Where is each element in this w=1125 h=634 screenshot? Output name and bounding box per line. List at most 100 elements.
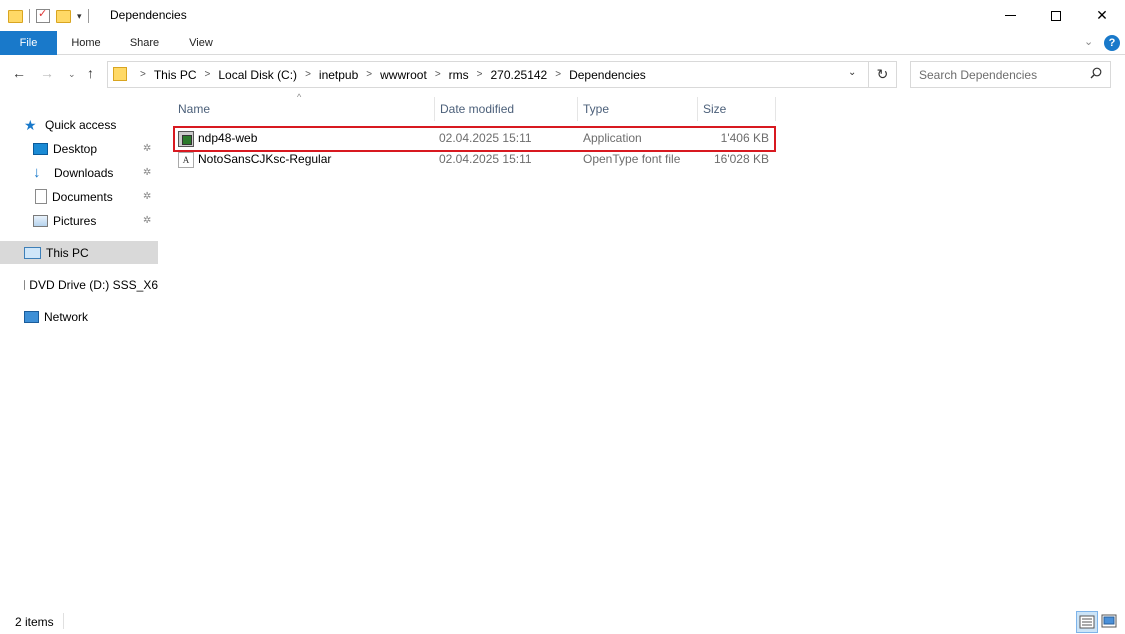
sidebar-item-label: Network [44,309,89,324]
breadcrumb-chevron-icon[interactable]: > [477,69,483,80]
font-file-icon: A [178,151,194,168]
breadcrumb-version[interactable]: 270.25142 [491,68,548,82]
file-date: 02.04.2025 15:11 [439,131,532,145]
sidebar-item-desktop[interactable]: Desktop ✲ [0,137,158,160]
sidebar-item-label: Quick access [45,117,117,132]
up-button[interactable]: ↑ [87,65,94,81]
sidebar-item-downloads[interactable]: ↓ Downloads ✲ [0,161,158,184]
desktop-icon [33,142,48,155]
sidebar-item-dvd-drive[interactable]: DVD Drive (D:) SSS_X6 [0,273,158,296]
properties-icon[interactable] [36,7,50,23]
ribbon-tabs: File Home Share View ⌄ ? [0,31,1125,55]
expand-ribbon-chevron-icon[interactable]: ⌄ [1084,35,1093,48]
address-bar[interactable]: > This PC > Local Disk (C:) > inetpub > … [107,61,869,88]
pin-icon[interactable]: ✲ [143,191,151,202]
file-name-cell: ndp48-web [178,128,257,149]
computer-icon [24,246,41,259]
navigation-bar: ← → ⌄ ↑ > This PC > Local Disk (C:) > in… [0,55,1125,95]
item-count: 2 items [15,615,54,629]
breadcrumb-chevron-icon[interactable]: > [205,69,211,80]
file-name-cell: A NotoSansCJKsc-Regular [178,149,331,170]
sidebar-item-label: Documents [52,189,113,204]
breadcrumb-chevron-icon[interactable]: > [555,69,561,80]
title-bar: ▾ Dependencies ✕ [0,0,1125,31]
column-header-name[interactable]: Name [173,97,432,121]
quick-access-toolbar: ▾ [8,6,89,26]
large-icons-view-button[interactable] [1099,611,1121,633]
breadcrumb-chevron-icon[interactable]: > [140,69,146,80]
search-input[interactable] [911,62,1081,87]
folder-icon [8,9,23,23]
file-name: ndp48-web [198,131,258,145]
breadcrumb-wwwroot[interactable]: wwwroot [380,68,427,82]
maximize-button[interactable] [1033,0,1079,31]
window-title: Dependencies [110,8,187,22]
file-size: 1'406 KB [720,131,769,145]
sidebar-item-this-pc[interactable]: This PC [0,241,158,264]
column-header-size[interactable]: Size [697,97,776,121]
breadcrumb-rms[interactable]: rms [449,68,469,82]
details-view-icon [1079,615,1095,629]
maximize-icon [1051,10,1061,21]
breadcrumb-chevron-icon[interactable]: > [366,69,372,80]
sidebar-item-quick-access[interactable]: ★ Quick access [0,113,158,136]
breadcrumb: > This PC > Local Disk (C:) > inetpub > … [132,62,646,87]
toolbar-separator [87,9,89,23]
tab-file[interactable]: File [0,31,57,55]
file-date: 02.04.2025 15:11 [439,152,532,166]
column-header-type[interactable]: Type [577,97,696,121]
status-bar: 2 items [0,605,1125,634]
sidebar-item-label: This PC [46,245,89,260]
star-icon: ★ [24,116,37,133]
file-list: ^ Name Date modified Type Size ndp48-web… [159,92,1125,605]
help-icon[interactable]: ? [1104,35,1120,51]
download-arrow-icon: ↓ [33,163,41,181]
sidebar-item-label: DVD Drive (D:) SSS_X6 [29,277,158,292]
minimize-button[interactable] [987,0,1033,31]
file-row[interactable]: A NotoSansCJKsc-Regular 02.04.2025 15:11… [173,149,776,170]
minimize-icon [1004,15,1016,16]
refresh-button[interactable]: ↻ [869,61,897,88]
status-separator [63,613,64,629]
breadcrumb-chevron-icon[interactable]: > [435,69,441,80]
file-row[interactable]: ndp48-web 02.04.2025 15:11 Application 1… [173,128,776,149]
application-icon [178,130,194,147]
column-header-date-modified[interactable]: Date modified [434,97,576,121]
sidebar-item-network[interactable]: Network [0,305,158,328]
details-view-button[interactable] [1076,611,1098,633]
pictures-icon [33,214,48,227]
search-icon [1090,67,1102,79]
pin-icon[interactable]: ✲ [143,167,151,178]
new-folder-icon[interactable] [56,9,71,23]
tab-view[interactable]: View [174,31,228,55]
search-box[interactable] [910,61,1111,88]
close-button[interactable]: ✕ [1079,0,1125,31]
customize-toolbar-chevron-icon[interactable]: ▾ [77,11,82,22]
sidebar-item-documents[interactable]: Documents ✲ [0,185,158,208]
pin-icon[interactable]: ✲ [143,143,151,154]
network-icon [24,310,39,323]
breadcrumb-local-disk[interactable]: Local Disk (C:) [218,68,297,82]
address-history-chevron-icon[interactable]: ⌄ [848,67,856,78]
breadcrumb-this-pc[interactable]: This PC [154,68,197,82]
breadcrumb-inetpub[interactable]: inetpub [319,68,358,82]
file-size: 16'028 KB [713,152,769,166]
tab-share[interactable]: Share [115,31,174,55]
sidebar-item-label: Downloads [54,165,114,180]
tab-home[interactable]: Home [57,31,115,55]
document-icon [35,189,47,204]
breadcrumb-chevron-icon[interactable]: > [305,69,311,80]
file-name: NotoSansCJKsc-Regular [198,152,332,166]
file-type: Application [583,131,642,145]
back-button[interactable]: ← [12,65,26,81]
breadcrumb-dependencies[interactable]: Dependencies [569,68,646,82]
sidebar-item-pictures[interactable]: Pictures ✲ [0,209,158,232]
recent-locations-chevron-icon[interactable]: ⌄ [68,69,76,80]
forward-button[interactable]: → [40,65,54,81]
pin-icon[interactable]: ✲ [143,215,151,226]
toolbar-separator [29,9,30,23]
large-icons-view-icon [1101,614,1117,628]
file-type: OpenType font file [583,152,681,166]
sidebar-item-label: Desktop [53,141,98,156]
navigation-pane: ★ Quick access Desktop ✲ ↓ Downloads ✲ D… [0,95,158,605]
